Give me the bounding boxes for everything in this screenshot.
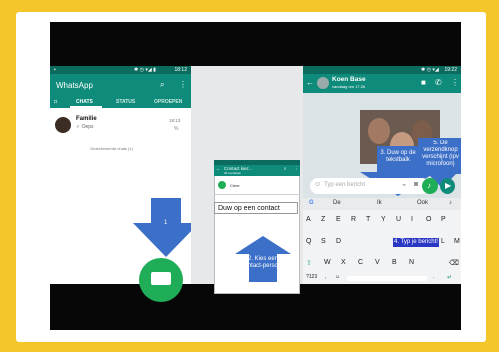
key-row-1: A Z E R T Y U I O P	[305, 216, 461, 226]
mic-button[interactable]: ♪	[422, 178, 438, 194]
status-icons: ✱ ◷ ▾◢ ▮	[134, 67, 156, 73]
key[interactable]: W	[324, 259, 331, 266]
period-key[interactable]: .	[433, 274, 434, 280]
key[interactable]: P	[441, 216, 446, 223]
key[interactable]: S	[321, 238, 326, 245]
photo-face	[368, 118, 390, 144]
tab-chats[interactable]: CHATS	[76, 99, 93, 105]
tab-calls[interactable]: OPROEPEN	[154, 99, 182, 105]
camera-tab-icon[interactable]: ◘	[54, 99, 57, 105]
key[interactable]: U	[396, 216, 401, 223]
key[interactable]: V	[375, 259, 380, 266]
more-menu-icon[interactable]: ⋮	[294, 166, 299, 172]
search-icon[interactable]: ⌕	[160, 80, 164, 90]
key[interactable]: Y	[381, 216, 386, 223]
status-icons: ✱ ◷ ▾◢	[421, 67, 439, 73]
attach-icon[interactable]: ⌁	[402, 181, 406, 189]
key[interactable]: E	[336, 216, 341, 223]
key[interactable]: Z	[321, 216, 325, 223]
key[interactable]: L	[441, 238, 445, 245]
key[interactable]: R	[351, 216, 356, 223]
input-placeholder: Typ een bericht	[324, 182, 366, 188]
key[interactable]: Q	[306, 238, 311, 245]
spacebar[interactable]	[347, 276, 427, 281]
send-icon: ▶	[445, 181, 452, 190]
message-icon	[151, 272, 171, 285]
chat-mute-icon: %	[174, 126, 179, 132]
suggestion-1[interactable]: De	[333, 200, 341, 206]
comma-key[interactable]: ,	[325, 274, 326, 280]
key-123[interactable]: ?123	[306, 274, 317, 280]
key[interactable]: C	[358, 259, 363, 266]
chat-last-message: ✓ Oeps	[76, 124, 94, 130]
right-status-bar: ✱ ◷ ▾◢ 19:22	[303, 66, 461, 74]
last-seen: vandaag om 17:26	[332, 84, 366, 89]
mic-key-icon[interactable]: ♪	[449, 200, 452, 206]
key[interactable]: I	[411, 216, 413, 223]
message-input[interactable]: ☺ Typ een bericht ⌁ ◙	[310, 178, 430, 194]
key[interactable]: N	[409, 259, 414, 266]
picker-subtitle: 30 contacten	[224, 171, 242, 175]
chat-time: 18:13	[169, 118, 181, 123]
enter-key-icon[interactable]: ↵	[447, 274, 452, 281]
tab-status[interactable]: STATUS	[116, 99, 135, 105]
conversation-header: ← Koen Base vandaag om 17:26 ■ ✆ ⋮	[303, 74, 461, 93]
back-arrow-icon[interactable]: ←	[306, 78, 314, 87]
backspace-key-icon[interactable]: ⌫	[449, 259, 459, 267]
more-menu-icon[interactable]: ⋮	[451, 78, 459, 87]
step1-label: 1	[164, 220, 168, 226]
step2-label: 2. Kies een contact-persoon	[241, 256, 285, 269]
key[interactable]: B	[392, 259, 397, 266]
key-row-4: ?123 , ☺ . ↵	[305, 274, 461, 284]
step1-arrow-head	[133, 223, 199, 257]
video-stage: ▪ ✱ ◷ ▾◢ ▮ 18:12 WhatsApp ⌕ ⋮ ◘ CHATS ST…	[50, 66, 461, 302]
back-arrow-icon[interactable]: ←	[216, 166, 221, 171]
search-icon[interactable]: ⌕	[284, 166, 287, 171]
chat-name[interactable]: Familie	[76, 116, 97, 122]
phone-icon[interactable]: ✆	[435, 78, 442, 87]
step5-label: 5. De verzendknop verschijnt (ipv microf…	[422, 140, 459, 167]
tab-indicator	[70, 106, 102, 108]
emoji-icon[interactable]: ☺	[314, 181, 321, 188]
key[interactable]: O	[426, 216, 431, 223]
left-status-bar: ▪ ✱ ◷ ▾◢ ▮ 18:12	[50, 66, 191, 74]
contact-name[interactable]: Koen Base	[332, 76, 366, 83]
caption-box: Duw op een contact	[214, 202, 298, 214]
contact-avatar[interactable]	[317, 77, 329, 89]
key[interactable]: M	[454, 238, 460, 245]
video-player[interactable]: ▪ ✱ ◷ ▾◢ ▮ 18:12 WhatsApp ⌕ ⋮ ◘ CHATS ST…	[50, 22, 461, 330]
step4-label: 4. Typ je bericht!	[393, 238, 439, 247]
app-bar: WhatsApp ⌕ ⋮	[50, 74, 191, 96]
key[interactable]: T	[366, 216, 370, 223]
suggestion-bar: G De Ik Ook ♪	[303, 198, 461, 210]
key-row-3: ⇧ W X C V B N ⌫	[305, 259, 461, 269]
status-time: 18:12	[174, 67, 187, 73]
send-button[interactable]: ▶	[440, 178, 455, 194]
contact-name[interactable]: Crine	[230, 183, 240, 188]
suggestion-2[interactable]: Ik	[377, 200, 382, 206]
shift-key-icon[interactable]: ⇧	[306, 259, 312, 267]
camera-icon[interactable]: ◙	[414, 181, 418, 188]
more-menu-icon[interactable]: ⋮	[179, 80, 187, 89]
emoji-key-icon[interactable]: ☺	[335, 274, 340, 280]
archived-chats-link[interactable]: Gearchiveerde chats (1)	[90, 146, 133, 151]
google-icon[interactable]: G	[309, 200, 314, 206]
suggestion-3[interactable]: Ook	[417, 200, 428, 206]
app-title: WhatsApp	[56, 81, 93, 90]
contact-avatar[interactable]	[218, 181, 226, 189]
key[interactable]: D	[336, 238, 341, 245]
picker-header: ← Contact kiez... 30 contacten ⌕ ⋮	[214, 165, 300, 176]
video-frame: ▪ ✱ ◷ ▾◢ ▮ 18:12 WhatsApp ⌕ ⋮ ◘ CHATS ST…	[0, 0, 499, 352]
status-time: 19:22	[444, 67, 457, 73]
divider	[214, 194, 300, 195]
step3-label: 3. Duw op de tekstbalk	[380, 150, 416, 163]
key[interactable]: A	[306, 216, 311, 223]
chat-avatar[interactable]	[55, 117, 71, 133]
video-call-icon[interactable]: ■	[421, 78, 426, 87]
microphone-icon: ♪	[427, 181, 431, 190]
key[interactable]: X	[341, 259, 346, 266]
status-icon: ▪	[54, 67, 56, 73]
